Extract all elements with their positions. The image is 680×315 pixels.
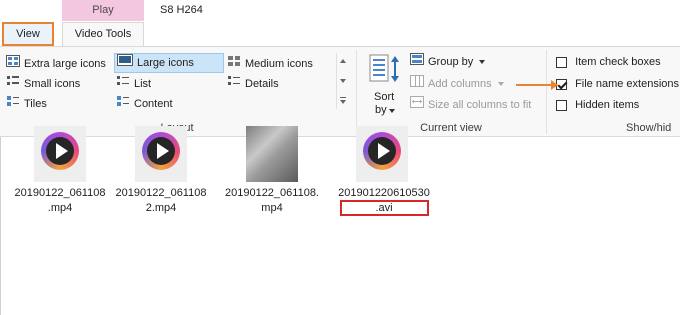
size-all-columns-button[interactable]: Size all columns to fit	[410, 96, 531, 114]
sort-by-button[interactable]: Sort by	[367, 53, 403, 117]
group-label-show-hide: Show/hid	[626, 122, 672, 134]
sort-icon	[369, 54, 399, 82]
group-by-icon	[410, 53, 424, 71]
chevron-down-icon	[497, 82, 504, 87]
video-file-icon[interactable]	[356, 126, 408, 182]
file-name-extensions-label: File name extensions	[575, 78, 680, 90]
content-icon	[116, 95, 130, 113]
file-name-line: 20190122_061108	[115, 187, 207, 199]
details-icon	[227, 75, 241, 93]
layout-gallery-scroll[interactable]	[336, 53, 349, 109]
sort-by-label: by	[375, 104, 387, 116]
layout-label: Extra large icons	[24, 58, 106, 70]
video-file-icon[interactable]	[135, 126, 187, 182]
file-list-area	[0, 137, 680, 315]
list-icon	[116, 75, 130, 93]
chevron-down-icon	[479, 60, 486, 65]
window-border	[0, 137, 1, 315]
file-name-label[interactable]: 20190122_061108. mp4	[224, 186, 320, 216]
ribbon-separator	[546, 50, 547, 134]
annotation-arrow-icon	[516, 80, 558, 90]
file-name-label[interactable]: 20190122_061108 2.mp4	[113, 186, 209, 216]
layout-tiles[interactable]: Tiles	[6, 95, 47, 113]
chevron-down-icon	[389, 109, 395, 113]
tiles-icon	[6, 95, 20, 113]
medium-icons-icon	[227, 55, 241, 73]
file-name-line: 20190122061053​0	[338, 187, 430, 199]
layout-label: Details	[245, 78, 279, 90]
file-name-line: .mp4	[47, 202, 73, 214]
layout-label: Large icons	[137, 57, 194, 69]
layout-label: List	[134, 78, 152, 90]
size-all-columns-label: Size all columns to fit	[428, 99, 532, 111]
extra-large-icons-icon	[6, 55, 20, 73]
layout-content[interactable]: Content	[116, 95, 173, 113]
file-name-extensions-option[interactable]: File name extensions	[556, 75, 679, 93]
item-check-boxes-option[interactable]: Item check boxes	[556, 53, 661, 71]
window-title: S8 H264	[160, 4, 203, 16]
item-check-boxes-label: Item check boxes	[575, 56, 661, 68]
hidden-items-label: Hidden items	[575, 99, 640, 111]
group-by-button[interactable]: Group by	[410, 53, 486, 71]
ribbon-separator	[356, 50, 357, 134]
file-name-line: 2.mp4	[145, 202, 177, 214]
large-icons-icon	[117, 54, 133, 72]
tab-video-tools[interactable]: Video Tools	[62, 22, 144, 47]
small-icons-icon	[6, 75, 20, 93]
add-columns-button[interactable]: Add columns	[410, 75, 504, 93]
layout-label: Content	[134, 98, 173, 110]
layout-label: Tiles	[24, 98, 47, 110]
layout-details[interactable]: Details	[227, 75, 279, 93]
size-columns-icon	[410, 96, 424, 114]
layout-label: Medium icons	[245, 58, 313, 70]
contextual-tab-group-play: Play	[62, 0, 144, 21]
scroll-arrows-icon	[340, 59, 346, 104]
file-name-label[interactable]: 20190122_061108 .mp4	[12, 186, 108, 216]
video-file-icon[interactable]	[34, 126, 86, 182]
highlight-box	[340, 200, 429, 216]
layout-small-icons[interactable]: Small icons	[6, 75, 80, 93]
hidden-items-checkbox[interactable]	[556, 99, 567, 111]
add-columns-label: Add columns	[428, 78, 492, 90]
layout-medium-icons[interactable]: Medium icons	[227, 55, 313, 73]
file-name-line: 20190122_061108.	[224, 187, 319, 199]
layout-large-icons[interactable]: Large icons	[114, 53, 224, 73]
tab-view[interactable]: View	[2, 22, 54, 46]
sort-label: Sort	[374, 91, 395, 103]
add-columns-icon	[410, 75, 424, 93]
item-check-boxes-checkbox[interactable]	[556, 56, 567, 68]
group-by-label: Group by	[428, 56, 474, 68]
layout-label: Small icons	[24, 78, 81, 90]
hidden-items-option[interactable]: Hidden items	[556, 96, 639, 114]
file-name-line: 20190122_061108	[14, 187, 106, 199]
video-thumbnail[interactable]	[246, 126, 298, 182]
layout-list[interactable]: List	[116, 75, 151, 93]
file-name-line: mp4	[261, 202, 283, 214]
layout-extra-large-icons[interactable]: Extra large icons	[6, 55, 106, 73]
